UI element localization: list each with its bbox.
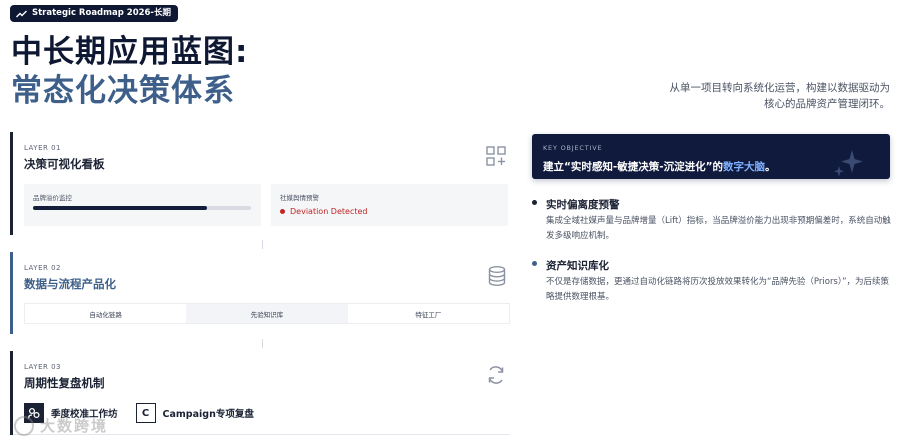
campaign-letter-icon: C	[135, 403, 156, 423]
alert-text: Deviation Detected	[290, 207, 368, 216]
objective-prefix: 建立“实时感知-敏捷决策-沉淀进化”的	[543, 161, 724, 173]
page-subtitle: 常态化决策体系	[11, 73, 235, 109]
feature-title: 实时偏离度预警	[546, 199, 620, 211]
refresh-cycle-icon	[488, 366, 504, 384]
key-objective-card: KEY OBJECTIVE 建立“实时感知-敏捷决策-沉淀进化”的数字大脑。	[532, 134, 890, 179]
layer-connector	[262, 240, 263, 249]
bullet-dot-icon	[532, 261, 537, 266]
step-feature-factory[interactable]: 特征工厂	[347, 304, 509, 323]
layer-title: 决策可视化看板	[24, 157, 105, 171]
alert-dot-icon	[280, 209, 285, 214]
progress-track	[33, 206, 251, 210]
intro-text: 从单一项目转向系统化运营，构建以数据驱动为核心的品牌资产管理闭环。	[669, 82, 891, 110]
feature-body: 不仅是存储数据，更通过自动化链路将历次投放效果转化为“品牌先验（Priors）”…	[546, 277, 890, 302]
layer-card-02[interactable]: LAYER 02 数据与流程产品化 自动化链路 先验知识库 特征工厂	[10, 252, 510, 334]
brand-premium-panel[interactable]: 品牌溢价监控	[24, 184, 261, 226]
layer-title: 周期性复盘机制	[24, 376, 105, 390]
panel-label: 品牌溢价监控	[33, 194, 72, 202]
layer-card-01[interactable]: LAYER 01 决策可视化看板 品牌溢价监控 社媒舆情预警 Deviation…	[10, 132, 510, 235]
watermark-logo-icon	[14, 415, 34, 436]
layer-tag: LAYER 03	[24, 363, 62, 371]
campaign-review[interactable]: C Campaign专项复盘	[135, 403, 254, 423]
database-icon	[488, 266, 506, 286]
panel-label: 社媒舆情预警	[280, 194, 319, 202]
feature-title: 资产知识库化	[546, 260, 609, 272]
status-badge: Deviation Detected	[280, 207, 367, 216]
layer-tag: LAYER 01	[24, 144, 62, 152]
trend-up-icon	[16, 10, 27, 17]
sparkle-icon	[834, 150, 863, 177]
objective-tag: KEY OBJECTIVE	[543, 144, 603, 152]
roadmap-badge: Strategic Roadmap 2026-长期	[10, 5, 178, 22]
pipeline-steps: 自动化链路 先验知识库 特征工厂	[24, 303, 510, 324]
layer-connector	[262, 339, 263, 348]
layer-title: 数据与流程产品化	[24, 277, 116, 291]
objective-text: 建立“实时感知-敏捷决策-沉淀进化”的数字大脑。	[543, 159, 776, 174]
watermark: 大数跨境	[14, 415, 108, 436]
bullet-dot-icon	[532, 200, 537, 205]
badge-label: Strategic Roadmap 2026-长期	[32, 8, 171, 18]
dashboard-grid-icon	[486, 146, 506, 166]
objective-suffix: 。	[765, 161, 776, 173]
tool-label: Campaign专项复盘	[162, 409, 254, 420]
social-alert-panel[interactable]: 社媒舆情预警 Deviation Detected	[271, 184, 508, 226]
watermark-text: 大数跨境	[40, 417, 109, 435]
page-title: 中长期应用蓝图:	[11, 34, 249, 70]
layer-tag: LAYER 02	[24, 264, 62, 272]
progress-fill	[33, 206, 208, 210]
objective-highlight: 数字大脑	[723, 161, 766, 173]
step-automation[interactable]: 自动化链路	[25, 304, 187, 323]
step-knowledge-base[interactable]: 先验知识库	[186, 304, 348, 323]
feature-body: 集成全域社媒声量与品牌增量（Lift）指标，当品牌溢价能力出现非预期偏差时，系统…	[546, 216, 891, 241]
